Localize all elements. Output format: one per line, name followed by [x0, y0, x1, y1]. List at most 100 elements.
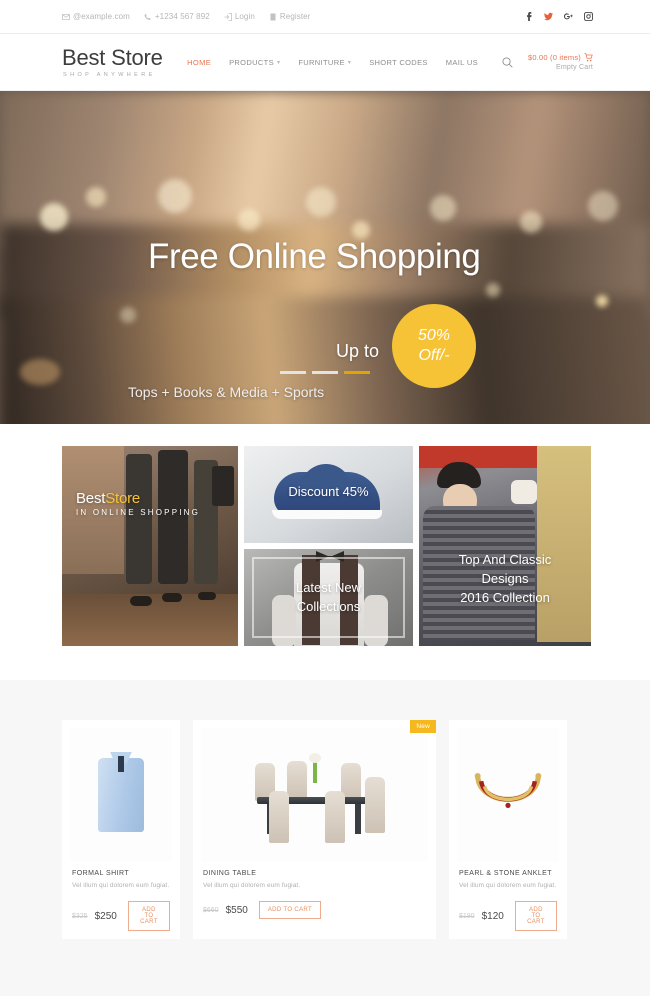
product-new-price: $250: [94, 910, 117, 922]
product-name: PEARL & STONE ANKLET: [459, 870, 553, 877]
promo-subline-beststore: IN ONLINE SHOPPING: [76, 508, 201, 517]
slider-dot-1[interactable]: [280, 371, 306, 374]
product-info-formal-shirt: FORMAL SHIRT Vel illum qui dolorem eum f…: [70, 861, 172, 931]
product-image-dining-table: [201, 728, 428, 861]
register-link[interactable]: Register: [269, 12, 311, 21]
promo-grid: BestStore IN ONLINE SHOPPING Discount 45…: [62, 446, 591, 646]
product-price-row: $325 $250 ADD TO CART: [72, 901, 170, 931]
logo[interactable]: Best Store SHOP ANYWHERE: [62, 44, 173, 78]
brand-name: Best Store: [62, 44, 163, 70]
promo-section: BestStore IN ONLINE SHOPPING Discount 45…: [0, 424, 650, 674]
promo-tile-discount[interactable]: Discount 45%: [244, 446, 413, 543]
product-price-row: $660 $550 ADD TO CART: [203, 901, 426, 919]
add-to-cart-button[interactable]: ADD TO CART: [514, 901, 557, 931]
hero-content: Free Online Shopping Up to 50% Off/- Top…: [0, 91, 650, 424]
product-old-price: $660: [203, 906, 219, 914]
featured-products-section: FORMAL SHIRT Vel illum qui dolorem eum f…: [0, 680, 650, 996]
promo-caption-classic: Top And Classic Designs 2016 Collection: [458, 552, 552, 605]
hero-subtitle: Tops + Books & Media + Sports: [128, 384, 325, 400]
nav-label-home: HOME: [187, 57, 212, 67]
login-icon: [224, 12, 232, 21]
phone-icon: [144, 13, 151, 20]
top-bar-contact-group: @example.com +1234 567 892 Login Registe…: [62, 12, 524, 21]
nav-label-short-codes: SHORT CODES: [369, 57, 428, 67]
cart-status: Empty Cart: [555, 64, 593, 71]
promo-tile-latest[interactable]: Latest New Collections: [244, 549, 413, 646]
product-name: DINING TABLE: [203, 870, 257, 877]
nav-label-mail-us: MAIL US: [445, 57, 478, 67]
promo-caption-beststore: BestStore IN ONLINE SHOPPING: [62, 490, 238, 517]
email-text: @example.com: [73, 12, 130, 21]
chevron-down-icon: ▾: [276, 59, 281, 66]
product-name: FORMAL SHIRT: [72, 870, 130, 877]
phone-link[interactable]: +1234 567 892: [144, 12, 210, 21]
necklace-art: [474, 772, 542, 808]
site-header: Best Store SHOP ANYWHERE HOME PRODUCTS ▾…: [0, 34, 650, 91]
product-card-pearl-anklet[interactable]: PEARL & STONE ANKLET Vel illum qui dolor…: [449, 720, 567, 939]
cart-total-row: $0.00 (0 items): [513, 53, 593, 62]
slider-dot-2[interactable]: [312, 371, 338, 374]
product-image-formal-shirt: [70, 728, 172, 861]
instagram-icon[interactable]: [584, 12, 593, 21]
add-to-cart-button[interactable]: ADD TO CART: [258, 901, 322, 919]
hero-slider[interactable]: Free Online Shopping Up to 50% Off/- Top…: [0, 91, 650, 424]
product-card-dining-table[interactable]: New DINING TABLE Vel illum qui dolorem e…: [193, 720, 436, 939]
promo-best-text: Best: [76, 490, 106, 507]
nav-item-short-codes[interactable]: SHORT CODES: [369, 58, 428, 67]
nav-label-products: PRODUCTS: [229, 57, 274, 67]
product-card-formal-shirt[interactable]: FORMAL SHIRT Vel illum qui dolorem eum f…: [62, 720, 180, 939]
search-icon[interactable]: [502, 56, 513, 68]
promo-tile-classic[interactable]: Top And Classic Designs 2016 Collection: [419, 446, 591, 646]
login-text: Login: [234, 12, 255, 21]
product-old-price: $325: [72, 912, 88, 920]
cart-total: $0.00 (0 items): [527, 53, 581, 62]
register-icon: [270, 13, 276, 20]
nav-item-mail-us[interactable]: MAIL US: [446, 58, 478, 67]
nav-label-furniture: FURNITURE: [298, 57, 345, 67]
top-bar: @example.com +1234 567 892 Login Registe…: [0, 0, 650, 34]
product-old-price: $180: [459, 912, 475, 920]
nav-item-products[interactable]: PRODUCTS ▾: [229, 58, 280, 67]
storefront-page: @example.com +1234 567 892 Login Registe…: [0, 0, 650, 996]
cart-icon: [584, 53, 593, 62]
product-image-pearl-anklet: [457, 728, 559, 861]
brand-tagline: SHOP ANYWHERE: [63, 71, 156, 78]
hero-discount-badge: 50% Off/-: [392, 304, 476, 388]
product-price-row: $180 $120 ADD TO CART: [459, 901, 557, 931]
twitter-icon[interactable]: [544, 12, 553, 21]
register-text: Register: [279, 12, 311, 21]
product-new-price: $550: [225, 904, 248, 916]
facebook-icon[interactable]: [524, 12, 533, 21]
hero-upto-label: Up to: [336, 341, 380, 361]
new-badge: New: [410, 720, 436, 733]
product-info-dining-table: DINING TABLE Vel illum qui dolorem eum f…: [201, 861, 428, 919]
nav-item-home[interactable]: HOME: [187, 58, 211, 67]
email-link[interactable]: @example.com: [62, 12, 130, 21]
phone-text: +1234 567 892: [154, 12, 210, 21]
chevron-down-icon: ▾: [347, 59, 352, 66]
hero-title: Free Online Shopping: [148, 237, 481, 276]
add-to-cart-button[interactable]: ADD TO CART: [127, 901, 170, 931]
promo-caption-latest: Latest New Collections: [295, 580, 362, 614]
slider-dot-3[interactable]: [344, 371, 370, 374]
product-new-price: $120: [481, 910, 504, 922]
hero-discount-percent: 50%: [417, 327, 451, 345]
login-link[interactable]: Login: [224, 12, 255, 21]
cart-summary[interactable]: $0.00 (0 items) Empty Cart: [513, 53, 593, 71]
google-plus-icon[interactable]: [564, 12, 573, 21]
slider-pagination: [280, 371, 370, 374]
social-links: [524, 12, 593, 21]
nav-item-furniture[interactable]: FURNITURE ▾: [298, 58, 351, 67]
product-description: Vel illum qui dolorem eum fugiat.: [72, 882, 170, 889]
envelope-icon: [62, 13, 70, 20]
product-info-pearl-anklet: PEARL & STONE ANKLET Vel illum qui dolor…: [457, 861, 559, 931]
promo-image-coats: [419, 446, 591, 646]
promo-tile-beststore[interactable]: BestStore IN ONLINE SHOPPING: [62, 446, 238, 646]
product-grid: FORMAL SHIRT Vel illum qui dolorem eum f…: [62, 720, 588, 939]
promo-store-text: Store: [105, 490, 141, 507]
product-description: Vel illum qui dolorem eum fugiat.: [459, 882, 557, 889]
main-navigation: HOME PRODUCTS ▾ FURNITURE ▾ SHORT CODES …: [173, 56, 513, 68]
promo-caption-discount: Discount 45%: [288, 484, 369, 499]
hero-discount-suffix: Off/-: [418, 347, 450, 364]
product-description: Vel illum qui dolorem eum fugiat.: [203, 882, 301, 889]
